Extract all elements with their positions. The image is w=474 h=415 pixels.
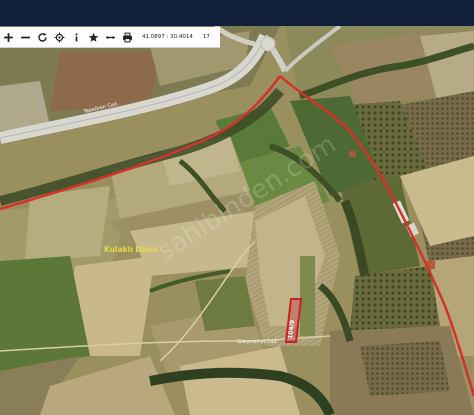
info-button[interactable] <box>68 27 85 47</box>
rotate-button[interactable] <box>34 27 51 47</box>
coordinate-lon: 30.4014 <box>170 34 193 40</box>
satellite-map[interactable]: Tepeören Cad. Kulaklı Dönü 104/9 Süleyma… <box>0 26 474 415</box>
map-toolbar: 41.0897 : 30.4014 17 <box>0 27 220 48</box>
top-bar <box>0 0 474 26</box>
print-icon <box>123 32 132 42</box>
measure-icon <box>106 35 115 39</box>
favorite-button[interactable] <box>85 27 102 47</box>
zoom-in-button[interactable] <box>0 27 17 47</box>
building-4 <box>349 151 356 157</box>
zoom-in-icon <box>4 32 13 42</box>
locate-button[interactable] <box>51 27 68 47</box>
field-sw-6 <box>195 276 255 331</box>
rotate-icon <box>38 32 47 42</box>
measure-button[interactable] <box>102 27 119 47</box>
info-icon <box>75 32 78 41</box>
field-east-8 <box>360 341 450 396</box>
print-button[interactable] <box>119 27 136 47</box>
map-viewer: Tepeören Cad. Kulaklı Dönü 104/9 Süleyma… <box>0 0 474 415</box>
zoom-out-button[interactable] <box>17 27 34 47</box>
zoom-out-icon <box>21 36 30 38</box>
coordinate-lat: 41.0897 <box>142 34 165 40</box>
road-junction <box>260 36 276 52</box>
locate-icon <box>54 32 65 42</box>
star-icon <box>88 32 99 42</box>
field-strip-green <box>300 256 315 336</box>
street-label: Süleymaniye Cad. <box>237 339 278 345</box>
zoom-level: 17 <box>202 34 210 40</box>
area-label: Kulaklı Dönü <box>104 245 157 254</box>
